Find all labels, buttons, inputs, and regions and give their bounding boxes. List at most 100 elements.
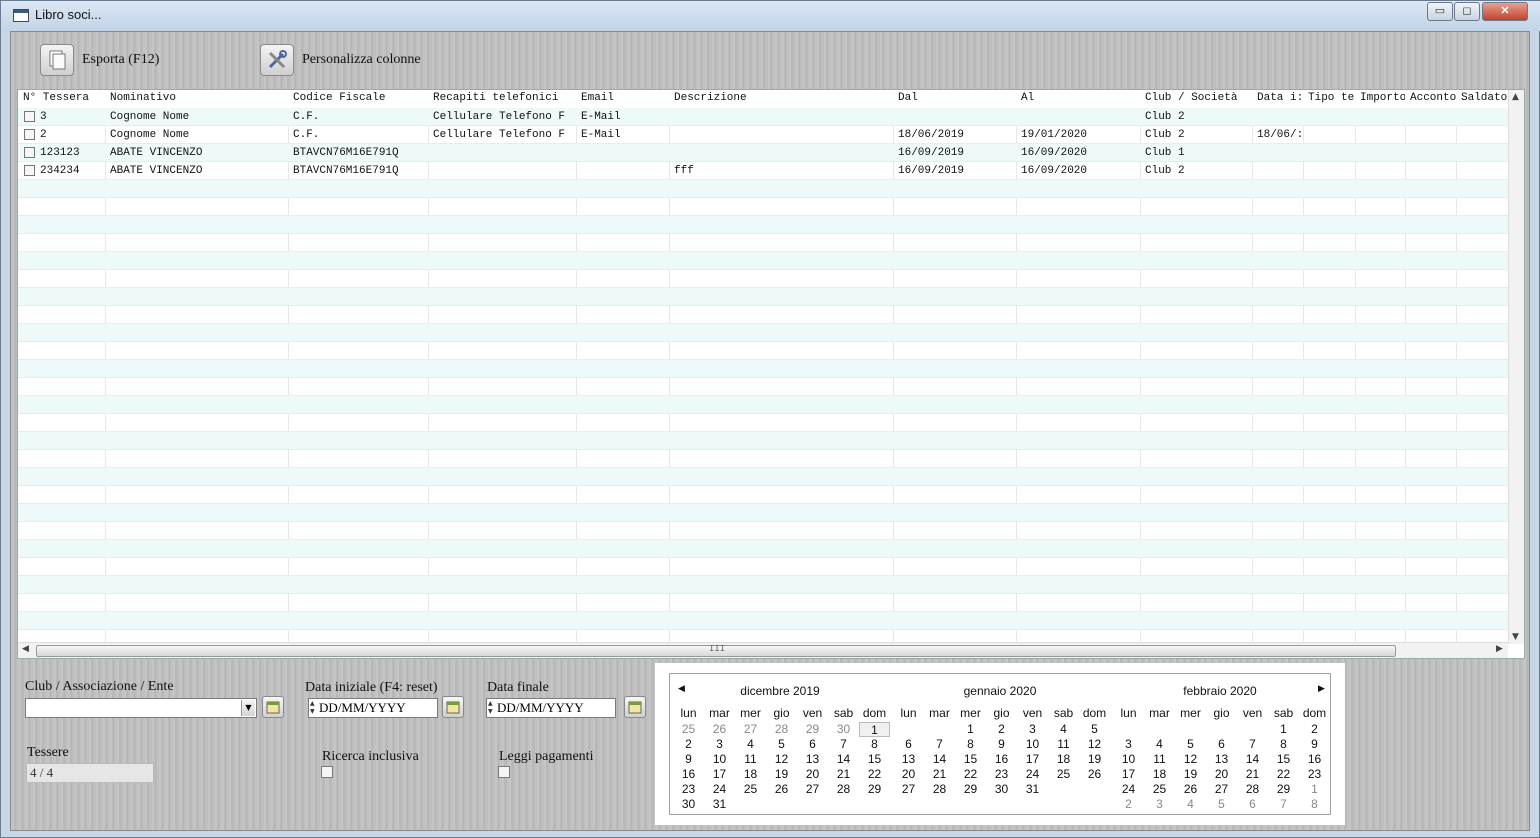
calendar-day[interactable]: 6 bbox=[797, 737, 828, 752]
calendar-day[interactable]: 24 bbox=[1113, 782, 1144, 797]
scroll-left-arrow[interactable]: ◀ bbox=[22, 644, 29, 654]
calendar-day[interactable]: 26 bbox=[1079, 767, 1110, 782]
calendar-day[interactable]: 29 bbox=[859, 782, 890, 797]
inclusive-search-checkbox[interactable] bbox=[321, 766, 333, 778]
calendar-day[interactable]: 18 bbox=[1048, 752, 1079, 767]
column-header[interactable]: Acconto bbox=[1405, 92, 1456, 108]
calendar-day[interactable]: 6 bbox=[1237, 797, 1268, 812]
calendar-day[interactable]: 28 bbox=[924, 782, 955, 797]
club-combo[interactable]: ▼ bbox=[25, 698, 257, 718]
column-header[interactable]: Recapiti telefonici bbox=[428, 92, 576, 108]
calendar-day[interactable]: 23 bbox=[986, 767, 1017, 782]
calendar-day[interactable]: 6 bbox=[893, 737, 924, 752]
calendar-day[interactable]: 31 bbox=[704, 797, 735, 812]
calendar-day[interactable]: 26 bbox=[1175, 782, 1206, 797]
chevron-down-icon[interactable]: ▼ bbox=[241, 700, 255, 716]
calendar-day[interactable]: 4 bbox=[1175, 797, 1206, 812]
calendar-day[interactable]: 3 bbox=[704, 737, 735, 752]
calendar-day[interactable]: 16 bbox=[673, 767, 704, 782]
calendar-day[interactable]: 21 bbox=[924, 767, 955, 782]
calendar-day[interactable]: 5 bbox=[1175, 737, 1206, 752]
horizontal-scroll-thumb[interactable]: III bbox=[36, 644, 1396, 657]
calendar-day[interactable]: 18 bbox=[1144, 767, 1175, 782]
calendar-day[interactable]: 5 bbox=[1079, 722, 1110, 737]
month-calendar[interactable]: ◀ ▶ dicembre 2019 lun mar mer gio ven sab dom 25… bbox=[669, 673, 1331, 815]
calendar-day[interactable]: 23 bbox=[673, 782, 704, 797]
calendar-day[interactable]: 10 bbox=[704, 752, 735, 767]
calendar-day[interactable]: 4 bbox=[735, 737, 766, 752]
calendar-day[interactable]: 7 bbox=[1237, 737, 1268, 752]
export-button[interactable]: Esporta (F12) bbox=[40, 42, 159, 78]
calendar-day[interactable]: 6 bbox=[1206, 737, 1237, 752]
calendar-day[interactable]: 20 bbox=[893, 767, 924, 782]
column-header[interactable]: N° Tessera bbox=[18, 92, 105, 108]
calendar-day[interactable]: 19 bbox=[766, 767, 797, 782]
calendar-day[interactable]: 26 bbox=[766, 782, 797, 797]
calendar-day[interactable]: 25 bbox=[1048, 767, 1079, 782]
calendar-day[interactable]: 14 bbox=[924, 752, 955, 767]
calendar-day[interactable]: 7 bbox=[924, 737, 955, 752]
column-header[interactable]: Al bbox=[1016, 92, 1140, 108]
minimize-button[interactable]: ▭ bbox=[1427, 2, 1453, 21]
calendar-day[interactable]: 21 bbox=[828, 767, 859, 782]
members-grid[interactable]: N° Tessera Nominativo Codice Fiscale Recapi… bbox=[17, 89, 1525, 659]
table-row[interactable]: 3 Cognome Nome C.F. Cellulare Telefono F E-M… bbox=[18, 108, 1508, 126]
calendar-day[interactable]: 28 bbox=[1237, 782, 1268, 797]
calendar-day[interactable]: 15 bbox=[1268, 752, 1299, 767]
calendar-day[interactable]: 22 bbox=[859, 767, 890, 782]
maximize-button[interactable]: ◻ bbox=[1454, 2, 1480, 21]
column-header[interactable]: Club / Società bbox=[1140, 92, 1252, 108]
calendar-day[interactable]: 8 bbox=[955, 737, 986, 752]
calendar-day[interactable]: 17 bbox=[1113, 767, 1144, 782]
column-header[interactable]: Nominativo bbox=[105, 92, 288, 108]
calendar-day[interactable]: 8 bbox=[859, 737, 890, 752]
calendar-day[interactable]: 25 bbox=[673, 722, 704, 737]
calendar-day[interactable]: 24 bbox=[1017, 767, 1048, 782]
column-header[interactable]: Descrizione bbox=[669, 92, 893, 108]
horizontal-scrollbar[interactable]: ◀ III ▶ bbox=[18, 642, 1508, 658]
calendar-day[interactable]: 3 bbox=[1144, 797, 1175, 812]
calendar-day[interactable]: 25 bbox=[1144, 782, 1175, 797]
calendar-day[interactable]: 18 bbox=[735, 767, 766, 782]
calendar-day[interactable]: 22 bbox=[955, 767, 986, 782]
calendar-day[interactable]: 9 bbox=[1299, 737, 1330, 752]
calendar-day[interactable]: 11 bbox=[735, 752, 766, 767]
calendar-day[interactable]: 7 bbox=[828, 737, 859, 752]
end-date-field[interactable]: ▲ ▼ DD/MM/YYYY bbox=[486, 698, 616, 718]
calendar-day[interactable]: 17 bbox=[704, 767, 735, 782]
calendar-day[interactable]: 30 bbox=[673, 797, 704, 812]
row-checkbox[interactable] bbox=[24, 129, 35, 140]
scroll-up-arrow[interactable]: ▲ bbox=[1512, 92, 1519, 102]
close-button[interactable]: ✕ bbox=[1482, 2, 1528, 21]
calendar-day[interactable]: 29 bbox=[1268, 782, 1299, 797]
table-row[interactable]: 2 Cognome Nome C.F. Cellulare Telefono F E-M… bbox=[18, 126, 1508, 144]
column-header[interactable]: Saldato bbox=[1456, 92, 1508, 108]
column-header[interactable]: Email bbox=[576, 92, 669, 108]
calendar-month-title[interactable]: dicembre 2019 bbox=[670, 684, 890, 698]
calendar-day[interactable]: 1 bbox=[1268, 722, 1299, 737]
start-date-field[interactable]: ▲ ▼ DD/MM/YYYY bbox=[308, 698, 438, 718]
calendar-day[interactable]: 13 bbox=[893, 752, 924, 767]
calendar-day[interactable]: 11 bbox=[1048, 737, 1079, 752]
club-picker-button[interactable] bbox=[262, 696, 284, 718]
calendar-day[interactable]: 23 bbox=[1299, 767, 1330, 782]
end-date-picker-button[interactable] bbox=[624, 696, 646, 718]
calendar-day[interactable]: 8 bbox=[1299, 797, 1330, 812]
start-date-picker-button[interactable] bbox=[442, 696, 464, 718]
calendar-day[interactable]: 12 bbox=[766, 752, 797, 767]
column-header[interactable]: Dal bbox=[893, 92, 1016, 108]
calendar-day[interactable]: 1 bbox=[859, 722, 890, 737]
calendar-day[interactable]: 30 bbox=[986, 782, 1017, 797]
calendar-day[interactable]: 2 bbox=[1299, 722, 1330, 737]
calendar-day[interactable]: 27 bbox=[797, 782, 828, 797]
calendar-day[interactable]: 25 bbox=[735, 782, 766, 797]
calendar-day[interactable]: 29 bbox=[797, 722, 828, 737]
calendar-day[interactable]: 28 bbox=[828, 782, 859, 797]
calendar-day[interactable]: 13 bbox=[1206, 752, 1237, 767]
calendar-month-title[interactable]: febbraio 2020 bbox=[1110, 684, 1330, 698]
calendar-day[interactable]: 3 bbox=[1113, 737, 1144, 752]
row-checkbox[interactable] bbox=[24, 165, 35, 176]
calendar-day[interactable]: 4 bbox=[1048, 722, 1079, 737]
calendar-day[interactable]: 30 bbox=[828, 722, 859, 737]
calendar-day[interactable]: 9 bbox=[673, 752, 704, 767]
